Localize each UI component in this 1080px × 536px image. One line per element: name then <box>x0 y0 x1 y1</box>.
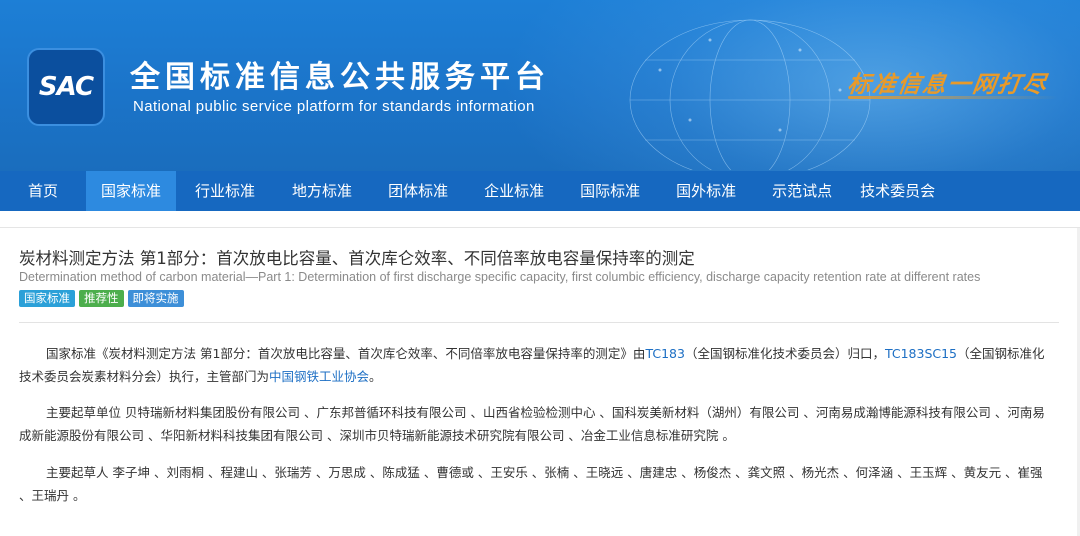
divider <box>19 322 1059 323</box>
badge-upcoming: 即将实施 <box>127 290 184 307</box>
drafting-units-text: 贝特瑞新材料集团股份有限公司 、广东邦普循环科技有限公司 、山西省检验检测中心 … <box>19 405 1045 443</box>
competent-dept-link[interactable]: 中国钢铁工业协会 <box>269 369 369 384</box>
nav-item-local-standards[interactable]: 地方标准 <box>274 171 370 211</box>
site-title: 全国标准信息公共服务平台 <box>130 60 550 95</box>
nav-item-group-standards[interactable]: 团体标准 <box>370 171 466 211</box>
nav-item-national-standards[interactable]: 国家标准 <box>86 171 177 211</box>
standard-detail-panel: 炭材料测定方法 第1部分：首次放电比容量、首次库仑效率、不同倍率放电容量保持率的… <box>0 227 1080 536</box>
nav-item-technical-committee[interactable]: 技术委员会 <box>850 171 945 211</box>
drafting-units-label: 主要起草单位 <box>46 405 122 420</box>
badge-recommended: 推荐性 <box>79 290 124 307</box>
standard-title-en: Determination method of carbon material—… <box>19 270 981 284</box>
logo-text: SAC <box>38 72 94 102</box>
slogan: 标准信息一网打尽 <box>845 71 1050 98</box>
intro-paragraph: 国家标准《炭材料测定方法 第1部分：首次放电比容量、首次库仑效率、不同倍率放电容… <box>19 342 1054 388</box>
intro-text-1: 国家标准《炭材料测定方法 第1部分：首次放电比容量、首次库仑效率、不同倍率放电容… <box>46 346 646 361</box>
standard-title: 炭材料测定方法 第1部分：首次放电比容量、首次库仑效率、不同倍率放电容量保持率的… <box>19 249 695 268</box>
slogan-underline <box>848 96 1058 99</box>
site-subtitle: National public service platform for sta… <box>133 98 535 115</box>
sac-logo[interactable]: SAC <box>27 48 105 126</box>
intro-text-4: 。 <box>369 369 382 384</box>
nav-item-industry-standards[interactable]: 行业标准 <box>176 171 274 211</box>
nav-item-foreign-standards[interactable]: 国外标准 <box>658 171 754 211</box>
nav-item-international-standards[interactable]: 国际标准 <box>562 171 658 211</box>
badge-group: 国家标准 推荐性 即将实施 <box>19 290 184 307</box>
intro-text-2: （全国钢标准化技术委员会）归口， <box>684 346 885 361</box>
header-banner: SAC 全国标准信息公共服务平台 National public service… <box>0 0 1080 171</box>
tc183sc15-link[interactable]: TC183SC15 <box>885 346 957 361</box>
tc183-link[interactable]: TC183 <box>645 346 685 361</box>
drafters-paragraph: 主要起草人 李子坤 、刘雨桐 、程建山 、张瑞芳 、万思成 、陈成猛 、曹德或 … <box>19 461 1054 507</box>
drafting-units-paragraph: 主要起草单位 贝特瑞新材料集团股份有限公司 、广东邦普循环科技有限公司 、山西省… <box>19 401 1054 447</box>
drafters-label: 主要起草人 <box>46 465 109 480</box>
drafters-text: 李子坤 、刘雨桐 、程建山 、张瑞芳 、万思成 、陈成猛 、曹德或 、王安乐 、… <box>19 465 1043 503</box>
nav-item-home[interactable]: 首页 <box>0 171 86 211</box>
main-nav: 首页 国家标准 行业标准 地方标准 团体标准 企业标准 国际标准 国外标准 示范… <box>0 171 1080 211</box>
nav-item-enterprise-standards[interactable]: 企业标准 <box>466 171 562 211</box>
nav-item-demo-pilot[interactable]: 示范试点 <box>754 171 850 211</box>
badge-national-standard: 国家标准 <box>19 290 75 307</box>
